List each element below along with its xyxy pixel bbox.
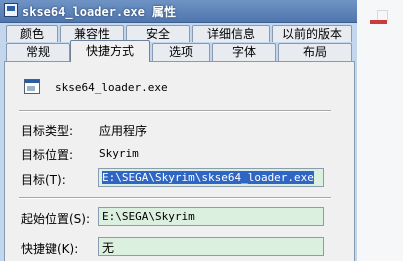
- hotkey-field[interactable]: 无: [98, 237, 324, 256]
- separator: [19, 197, 331, 199]
- properties-dialog: skse64_loader.exe 属性 颜色 兼容性 安全 详细信息 以前的版…: [0, 0, 357, 261]
- hotkey-text: 无: [102, 241, 115, 255]
- start-in-label: 起始位置(S):: [21, 212, 91, 226]
- app-icon: [4, 3, 18, 17]
- tab-shortcut[interactable]: 快捷方式: [70, 40, 150, 62]
- shortcut-panel: skse64_loader.exe 目标类型: 应用程序 目标位置: Skyri…: [4, 61, 355, 261]
- target-location-label: 目标位置:: [21, 148, 74, 162]
- tab-previous-versions[interactable]: 以前的版本: [272, 25, 352, 42]
- tab-layout[interactable]: 布局: [278, 43, 352, 61]
- start-in-field[interactable]: E:\SEGA\Skyrim: [98, 207, 324, 226]
- separator: [19, 110, 331, 112]
- title-bar[interactable]: skse64_loader.exe 属性: [0, 0, 357, 23]
- target-type-value: 应用程序: [99, 124, 148, 138]
- target-text: E:\SEGA\Skyrim\skse64_loader.exe: [102, 171, 314, 184]
- tab-color[interactable]: 颜色: [6, 25, 58, 42]
- window-title: skse64_loader.exe 属性: [22, 5, 177, 19]
- tab-options[interactable]: 选项: [152, 43, 210, 61]
- tab-details[interactable]: 详细信息: [192, 25, 270, 42]
- shortcut-name: skse64_loader.exe: [55, 81, 168, 94]
- background-window: [357, 0, 403, 261]
- target-field[interactable]: E:\SEGA\Skyrim\skse64_loader.exe: [98, 168, 324, 187]
- target-location-value: Skyrim: [99, 147, 139, 160]
- file-icon: [24, 79, 40, 94]
- tab-general[interactable]: 常规: [6, 43, 70, 61]
- target-label: 目标(T):: [21, 173, 66, 187]
- target-type-label: 目标类型:: [21, 124, 74, 138]
- start-in-text: E:\SEGA\Skyrim: [102, 210, 195, 223]
- tab-font[interactable]: 字体: [212, 43, 276, 61]
- hotkey-label: 快捷键(K):: [21, 242, 79, 256]
- background-accent: [370, 20, 387, 24]
